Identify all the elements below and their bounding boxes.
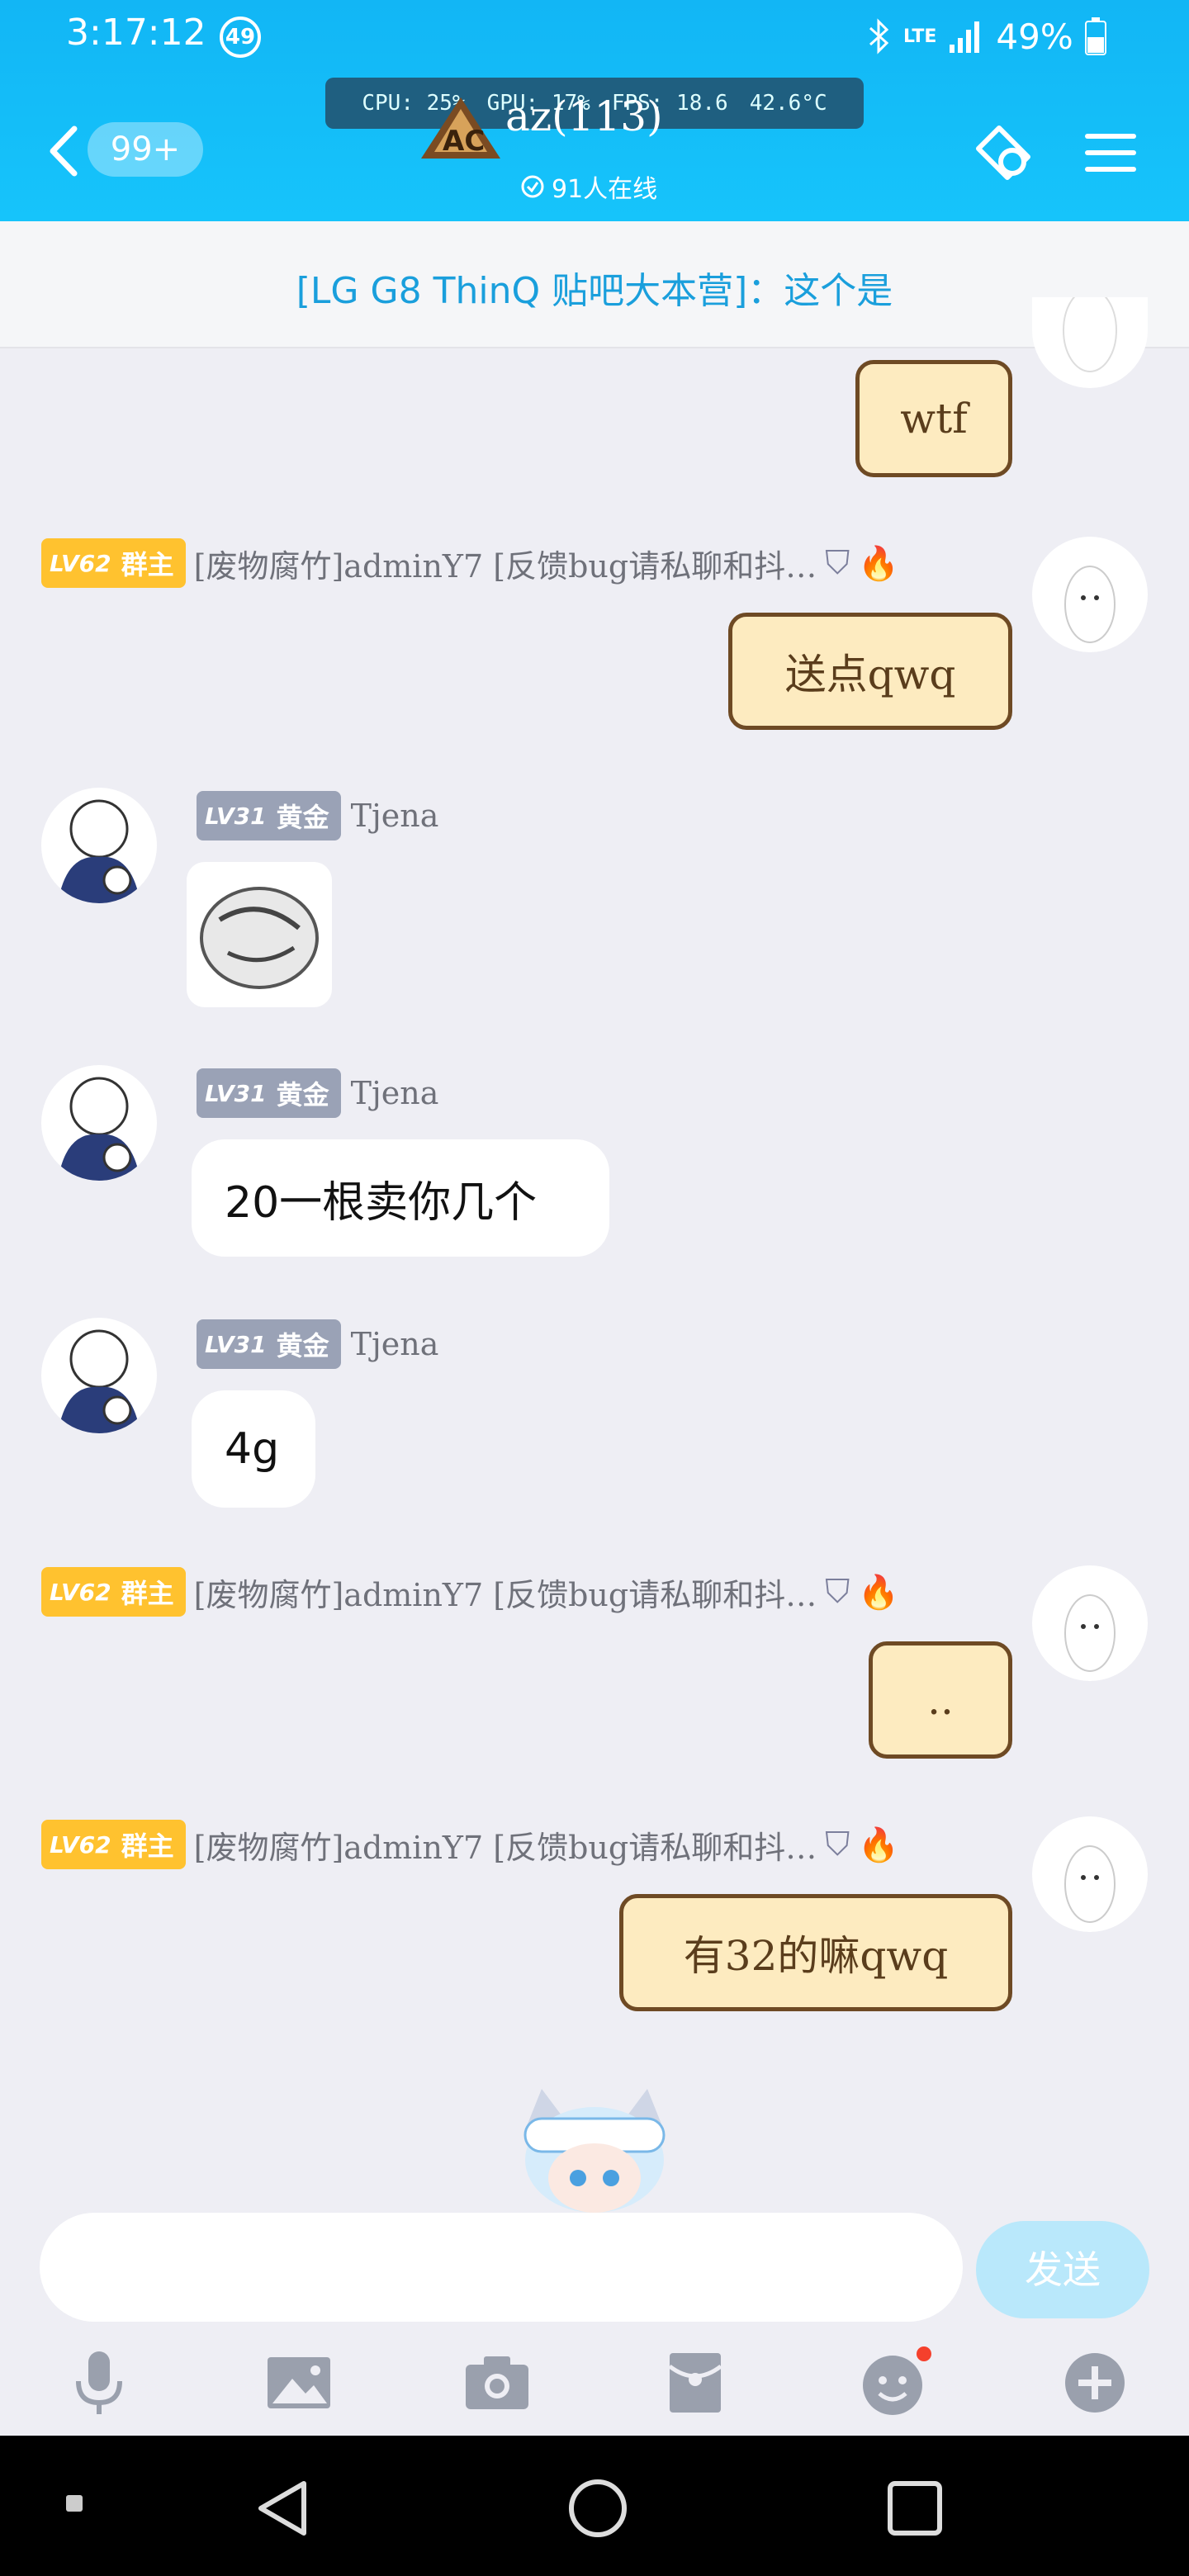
status-time: 3:17:12 [66,12,206,54]
message-text: 4g [225,1424,280,1474]
sender-name[interactable]: [废物腐竹]adminY7 [反馈bug请私聊和抖… [194,1570,817,1615]
group-logo-icon: AC [421,97,500,159]
nav-recents-icon[interactable] [885,2479,945,2538]
sender-name[interactable]: Tjena [351,1326,439,1362]
online-count: 91人在线 [520,168,657,205]
message-bubble[interactable]: .. [869,1641,1012,1759]
sender-name[interactable]: Tjena [351,1075,439,1111]
signal-icon [950,21,980,53]
level-badge: LV31 黄金 [197,1068,341,1118]
level-badge: LV62 群主 [41,1567,186,1617]
microphone-icon[interactable] [58,2342,140,2424]
message-bubble[interactable]: 有32的嘛qwq [619,1894,1012,2011]
plus-icon[interactable] [1054,2342,1136,2424]
fire-icon: 🔥 [858,1573,900,1612]
avatar[interactable] [41,1065,157,1181]
avatar[interactable] [1032,1565,1148,1681]
cat-avatar-icon [1032,297,1148,388]
message-bubble[interactable]: 送点qwq [728,613,1012,730]
level-badge: LV31 黄金 [197,791,341,841]
signin-ticket-icon[interactable] [966,116,1040,190]
bluetooth-icon [869,18,889,54]
sticker-image[interactable] [187,862,332,1007]
unread-count-pill[interactable]: 99+ [88,122,203,177]
message-header: LV31 黄金 Tjena [197,1319,438,1369]
camera-icon[interactable] [456,2342,538,2424]
group-title: az(113) [505,92,663,140]
message-input[interactable] [40,2213,963,2322]
battery-percent: 49% [996,16,1073,57]
pinned-notice-text: [LG G8 ThinQ 贴吧大本营]：这个是 [296,270,893,312]
message-text: .. [927,1676,954,1724]
mascot-girl-icon [523,2089,666,2213]
status-icons: LTE 49% [867,12,1106,61]
level-badge: LV31 黄金 [197,1319,341,1369]
message-text: wtf [900,395,968,443]
chat-header: 3:17:12 49 LTE 49% CPU: 25% GPU: 17% FPS… [0,0,1189,221]
message-text: 20一根卖你几个 [225,1177,538,1228]
nav-dot-icon [66,2495,83,2512]
online-check-icon [521,175,544,198]
fire-icon: 🔥 [858,1825,900,1864]
battery-icon [1084,17,1106,55]
message-bubble[interactable]: 4g [192,1390,315,1508]
sender-name[interactable]: [废物腐竹]adminY7 [反馈bug请私聊和抖… [194,541,817,586]
message-bubble[interactable]: wtf [855,360,1012,477]
notification-count-badge: 49 [220,17,261,58]
image-icon[interactable] [258,2342,340,2424]
system-nav-bar [0,2436,1189,2576]
network-type: LTE [903,26,937,47]
avatar[interactable] [41,1318,157,1433]
nav-home-icon[interactable] [566,2477,629,2540]
level-badge: LV62 群主 [41,538,186,588]
temp-readout: 42.6°C [749,91,827,116]
pinned-notice[interactable]: [LG G8 ThinQ 贴吧大本营]：这个是 [0,221,1189,348]
avatar[interactable] [1032,1816,1148,1932]
sender-name[interactable]: [废物腐竹]adminY7 [反馈bug请私聊和抖… [194,1822,817,1868]
avatar[interactable] [1032,297,1148,388]
message-bubble[interactable]: 20一根卖你几个 [192,1139,609,1257]
vip-shield-icon: ⛉ [825,544,850,582]
back-icon[interactable] [43,122,84,180]
sender-name[interactable]: Tjena [351,798,439,834]
message-header: LV31 黄金 Tjena [197,791,438,841]
avatar[interactable] [1032,537,1148,652]
message-header: LV31 黄金 Tjena [197,1068,438,1118]
nav-back-icon[interactable] [254,2479,312,2538]
online-count-label: 91人在线 [552,175,658,204]
vip-shield-icon: ⛉ [825,1573,850,1611]
message-header: LV62 群主 [废物腐竹]adminY7 [反馈bug请私聊和抖… ⛉ 🔥 [41,538,899,588]
red-packet-icon[interactable] [654,2342,737,2424]
level-badge: LV62 群主 [41,1820,186,1869]
message-header: LV62 群主 [废物腐竹]adminY7 [反馈bug请私聊和抖… ⛉ 🔥 [41,1820,899,1869]
menu-icon[interactable] [1075,116,1149,190]
vip-shield-icon: ⛉ [825,1825,850,1863]
fire-icon: 🔥 [858,544,900,583]
message-header: LV62 群主 [废物腐竹]adminY7 [反馈bug请私聊和抖… ⛉ 🔥 [41,1567,899,1617]
send-button[interactable]: 发送 [976,2221,1149,2318]
emoji-icon[interactable] [854,2342,936,2424]
avatar[interactable] [41,788,157,903]
message-text: 有32的嘛qwq [683,1932,949,1980]
message-text: 送点qwq [784,651,956,698]
svg-text:AC: AC [443,125,485,158]
